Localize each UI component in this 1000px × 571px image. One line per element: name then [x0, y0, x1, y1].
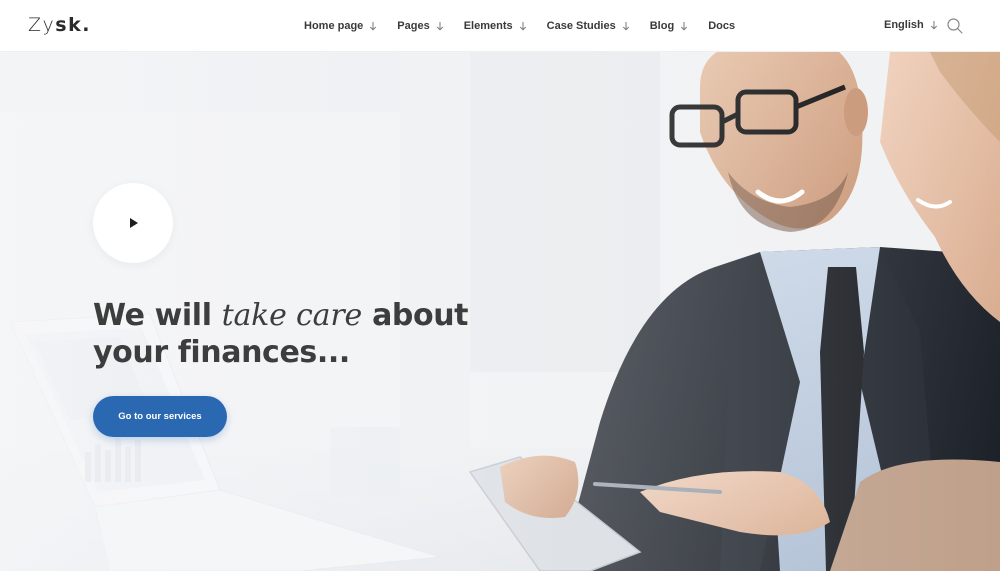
- play-video-button[interactable]: [93, 183, 173, 263]
- nav-item-docs[interactable]: Docs: [708, 20, 735, 32]
- nav-item-label: Elements: [463, 20, 513, 32]
- chevron-down-icon: [370, 22, 377, 31]
- chevron-down-icon: [681, 22, 688, 31]
- main-nav: Home page Pages Elements Case Studies Bl…: [304, 0, 735, 52]
- nav-item-pages[interactable]: Pages: [397, 20, 443, 32]
- site-header: Zy sk. Home page Pages Elements Case Stud…: [0, 0, 1000, 52]
- nav-item-home-page[interactable]: Home page: [304, 20, 377, 32]
- chevron-down-icon: [519, 22, 526, 31]
- nav-item-case-studies[interactable]: Case Studies: [547, 20, 630, 32]
- search-icon[interactable]: [946, 17, 964, 35]
- nav-item-label: Case Studies: [546, 20, 616, 32]
- chevron-down-icon: [436, 22, 443, 31]
- chevron-down-icon: [622, 22, 629, 31]
- nav-item-label: Pages: [397, 20, 430, 32]
- nav-item-label: Home page: [304, 20, 364, 32]
- cta-label: Go to our services: [118, 411, 202, 422]
- go-to-services-button[interactable]: Go to our services: [93, 396, 227, 437]
- hero-section: We will take care about your finances...…: [0, 52, 1000, 571]
- nav-item-blog[interactable]: Blog: [650, 20, 688, 32]
- headline-italic: take care: [221, 298, 363, 333]
- hero-headline: We will take care about your finances...: [93, 297, 513, 371]
- site-logo[interactable]: Zy sk.: [28, 14, 91, 36]
- logo-dot: .: [82, 14, 91, 36]
- nav-item-label: Blog: [649, 20, 675, 32]
- headline-part-2: about: [362, 298, 469, 333]
- play-icon: [130, 218, 138, 228]
- logo-text-second: sk: [55, 14, 83, 36]
- nav-item-elements[interactable]: Elements: [464, 20, 527, 32]
- headline-part-1: We will: [93, 298, 222, 333]
- chevron-down-icon: [930, 21, 937, 30]
- language-selector[interactable]: English: [884, 19, 938, 31]
- nav-item-label: Docs: [708, 20, 736, 32]
- logo-text-first: Zy: [28, 14, 56, 36]
- headline-line-2: your finances...: [93, 335, 350, 370]
- language-label: English: [884, 19, 924, 31]
